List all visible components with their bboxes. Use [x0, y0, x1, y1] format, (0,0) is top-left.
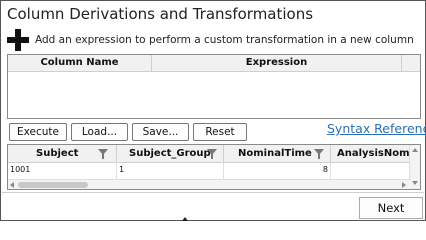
syntax-reference-link[interactable]: Syntax Reference: [327, 121, 426, 136]
scroll-up-arrow-icon[interactable]: [412, 148, 418, 152]
column-header-column-name[interactable]: Column Name: [8, 55, 152, 71]
scroll-down-arrow-icon[interactable]: [412, 181, 418, 185]
scroll-left-arrow-icon[interactable]: [10, 182, 14, 188]
filter-icon[interactable]: [207, 149, 217, 159]
load-button[interactable]: Load...: [71, 123, 128, 141]
reset-button[interactable]: Reset: [193, 123, 247, 141]
column-header-label: Subject_Group: [129, 148, 211, 159]
table-cell-subject-group[interactable]: 1: [119, 164, 124, 176]
column-header-label: NominalTime: [238, 148, 312, 159]
footer-divider: [2, 192, 424, 193]
expressions-grid[interactable]: Column Name Expression: [7, 54, 421, 119]
table-cell-nominal-time[interactable]: 8: [224, 164, 328, 176]
add-expression-label: Add an expression to perform a custom tr…: [35, 34, 414, 46]
table-cell-subject[interactable]: 1001: [10, 164, 30, 176]
expressions-grid-header: Column Name Expression: [8, 55, 420, 72]
dialog-window: Column Derivations and Transformations A…: [0, 0, 426, 221]
scroll-right-arrow-icon[interactable]: [402, 182, 406, 188]
column-header-nominal-time[interactable]: NominalTime: [224, 145, 331, 162]
dialog-title: Column Derivations and Transformations: [7, 5, 314, 23]
filter-icon[interactable]: [98, 149, 108, 159]
column-header-subject[interactable]: Subject: [8, 145, 117, 162]
column-header-subject-group[interactable]: Subject_Group: [117, 145, 224, 162]
data-grid-header: Subject Subject_Group NominalTime Analys…: [8, 145, 420, 163]
filter-icon[interactable]: [314, 149, 324, 159]
collapse-caret-icon[interactable]: [182, 217, 188, 221]
column-separator: [116, 162, 117, 179]
horizontal-scroll-thumb[interactable]: [18, 182, 88, 188]
column-header-analysis-nominal[interactable]: AnalysisNomina: [331, 145, 420, 162]
execute-button[interactable]: Execute: [9, 123, 67, 141]
plus-icon[interactable]: [7, 29, 29, 51]
column-header-label: AnalysisNomina: [337, 148, 420, 159]
column-header-filler: [402, 55, 419, 71]
column-header-label: Subject: [36, 148, 79, 159]
save-button[interactable]: Save...: [132, 123, 189, 141]
column-separator: [330, 162, 331, 179]
vertical-scrollbar[interactable]: [409, 145, 420, 189]
horizontal-scrollbar[interactable]: [8, 179, 410, 189]
next-button[interactable]: Next: [359, 197, 423, 219]
data-preview-grid[interactable]: Subject Subject_Group NominalTime Analys…: [7, 144, 421, 190]
column-header-expression[interactable]: Expression: [152, 55, 402, 71]
add-expression-row: Add an expression to perform a custom tr…: [7, 28, 414, 52]
